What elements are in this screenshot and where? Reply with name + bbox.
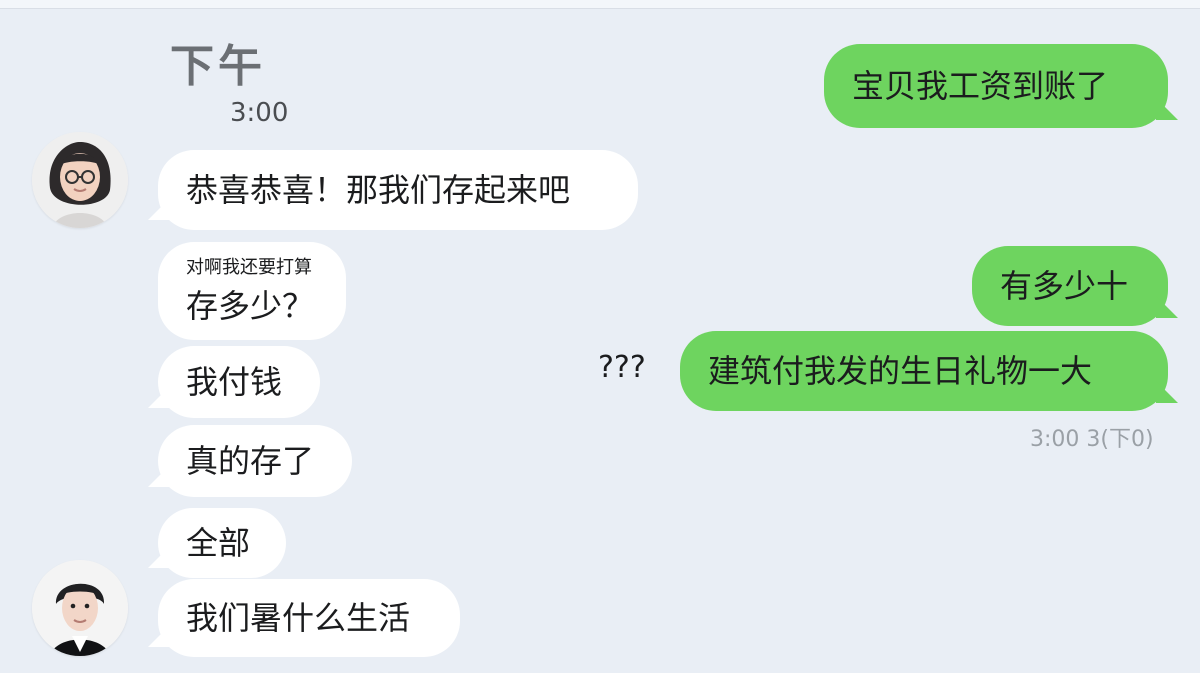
day-header: 下午 (170, 41, 266, 92)
received-message-bubble[interactable]: 我们暑什么生活 (158, 579, 460, 657)
message-text: 存多少？ (186, 286, 315, 325)
message-text: 有多少十 (1000, 266, 1129, 305)
avatar[interactable] (32, 132, 128, 228)
message-text: 全部 (186, 523, 251, 562)
received-message-bubble[interactable]: 我付钱 (158, 346, 320, 418)
sent-message-bubble[interactable]: 建筑付我发的生日礼物一大 (680, 331, 1168, 411)
avatar[interactable] (32, 560, 128, 656)
time-header: 3:00 (230, 98, 289, 128)
top-divider (0, 0, 1200, 9)
sent-message-bubble[interactable]: 有多少十 (972, 246, 1168, 326)
message-text: 恭喜恭喜！那我们存起来吧 (186, 170, 571, 209)
message-text: 我付钱 (186, 362, 283, 401)
male-avatar-icon (32, 560, 128, 656)
message-text: 我们暑什么生活 (186, 598, 411, 637)
message-text: 建筑付我发的生日礼物一大 (708, 351, 1093, 390)
received-message-bubble[interactable]: 全部 (158, 508, 286, 578)
message-subtext: 对啊我还要打算 (186, 257, 312, 278)
received-message-bubble[interactable]: 对啊我还要打算 存多少？ (158, 242, 346, 340)
side-question-mark: ??? (598, 350, 646, 385)
sent-message-bubble[interactable]: 宝贝我工资到账了 (824, 44, 1168, 128)
female-avatar-icon (32, 132, 128, 228)
message-text: 真的存了 (186, 441, 315, 480)
received-message-bubble[interactable]: 恭喜恭喜！那我们存起来吧 (158, 150, 638, 230)
received-message-bubble[interactable]: 真的存了 (158, 425, 352, 497)
message-timestamp: 3:00 3(下0) (1030, 427, 1154, 452)
message-text: 宝贝我工资到账了 (852, 66, 1109, 105)
